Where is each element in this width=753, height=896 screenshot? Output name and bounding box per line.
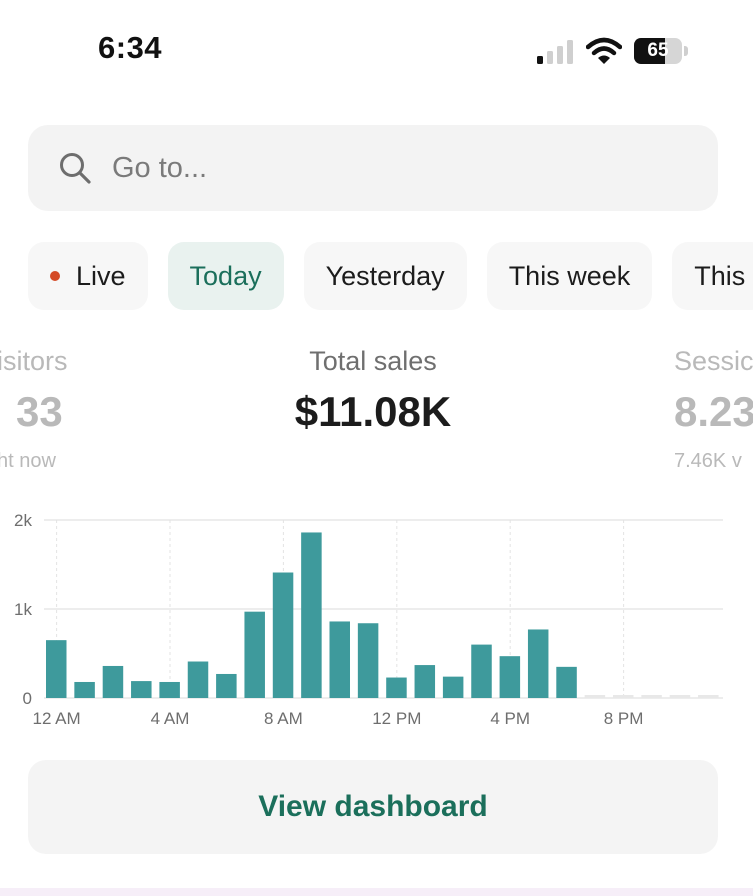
- x-tick-label: 4 AM: [151, 709, 190, 728]
- tab-live-label: Live: [76, 260, 126, 291]
- x-tick-label: 12 AM: [32, 709, 80, 728]
- battery-icon: 65: [634, 38, 688, 64]
- tab-today[interactable]: Today: [167, 242, 284, 310]
- chart-bar-empty: [584, 695, 606, 698]
- signal-bar: [547, 51, 553, 64]
- chart-bar[interactable]: [442, 676, 464, 698]
- metric-sessions-sub: 7.46K v: [674, 450, 742, 472]
- chart-bar[interactable]: [499, 656, 521, 698]
- x-tick-label: 8 AM: [264, 709, 303, 728]
- live-dot-icon: [50, 271, 60, 281]
- chart-bar[interactable]: [527, 629, 549, 698]
- metric-visitors-sub: ht now: [0, 450, 56, 472]
- search-input[interactable]: [112, 143, 672, 193]
- chart-bar-empty: [613, 695, 634, 698]
- metric-total-sales-label: Total sales: [309, 346, 437, 376]
- metric-total-sales-value[interactable]: $11.08K: [246, 388, 500, 436]
- cellular-signal-icon: [537, 40, 573, 64]
- x-tick-label: 8 PM: [604, 709, 644, 728]
- tab-yesterday-label: Yesterday: [325, 260, 445, 291]
- metric-visitors-value: 33: [16, 388, 63, 435]
- chart-bar-empty: [669, 695, 691, 698]
- chart-bar[interactable]: [357, 623, 379, 698]
- battery-percent: 65: [647, 40, 669, 61]
- metric-visitors-label: isitors: [0, 346, 68, 376]
- x-tick-label: 12 PM: [372, 709, 421, 728]
- chart-bar[interactable]: [216, 673, 237, 698]
- chart-bar[interactable]: [329, 621, 351, 698]
- date-range-tabs: Live Today Yesterday This week This: [28, 242, 753, 310]
- tab-yesterday[interactable]: Yesterday: [303, 242, 467, 310]
- chart-bar[interactable]: [301, 532, 322, 698]
- search-icon: [60, 153, 91, 184]
- view-dashboard-button[interactable]: View dashboard: [28, 760, 718, 854]
- metric-sessions-label: Sessic: [674, 346, 753, 376]
- tab-live[interactable]: Live: [28, 242, 148, 310]
- chart-bar[interactable]: [471, 644, 492, 698]
- signal-bar: [537, 56, 543, 64]
- x-tick-label: 4 PM: [490, 709, 530, 728]
- chart-bar-empty: [641, 695, 662, 698]
- chart-bar[interactable]: [74, 681, 95, 698]
- chart-bar[interactable]: [131, 681, 152, 698]
- status-time: 6:34: [98, 30, 163, 65]
- signal-bar: [567, 40, 573, 64]
- y-tick-label: 1k: [14, 600, 32, 619]
- chart-bar[interactable]: [187, 661, 209, 698]
- tab-this-week[interactable]: This week: [486, 242, 653, 310]
- chart-bar[interactable]: [46, 640, 67, 698]
- chart-bar[interactable]: [272, 572, 294, 698]
- chart-bar-empty: [698, 695, 719, 698]
- signal-bar: [557, 46, 563, 64]
- chart-bar[interactable]: [556, 666, 577, 698]
- bottom-strip: [0, 888, 753, 896]
- y-tick-label: 2k: [14, 511, 32, 530]
- chart-bar[interactable]: [102, 665, 124, 698]
- y-tick-label: 0: [23, 689, 32, 708]
- chart-bar[interactable]: [244, 611, 265, 698]
- chart-bar[interactable]: [414, 665, 436, 698]
- tab-this-month-label: This: [694, 260, 746, 291]
- hourly-sales-chart: 0 1k 2k 12 AM 4 AM 8 AM 12 PM 4 PM 8 PM: [14, 511, 723, 728]
- wifi-icon: [586, 37, 622, 64]
- tab-this-week-label: This week: [508, 260, 631, 291]
- tab-today-label: Today: [189, 260, 262, 291]
- search-bar[interactable]: [28, 125, 718, 211]
- chart-bar[interactable]: [386, 677, 407, 698]
- tab-this-month[interactable]: This: [672, 242, 753, 310]
- chart-bar[interactable]: [159, 681, 180, 698]
- metric-sessions-value: 8.23: [674, 388, 753, 435]
